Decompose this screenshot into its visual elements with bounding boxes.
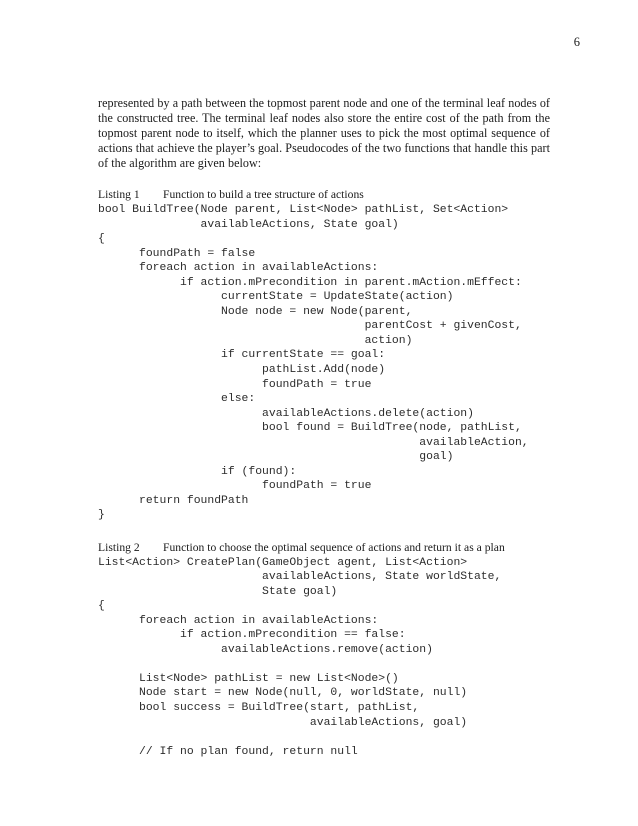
listing-2-code: List<Action> CreatePlan(GameObject agent… bbox=[98, 556, 502, 758]
listing-2-heading: Listing 2 Function to choose the optimal… bbox=[98, 541, 505, 554]
body-paragraph: represented by a path between the topmos… bbox=[98, 96, 550, 171]
document-page: 6 represented by a path between the topm… bbox=[0, 0, 638, 826]
listing1-listing2-spacer bbox=[98, 523, 550, 541]
listing-1-heading: Listing 1 Function to build a tree struc… bbox=[98, 188, 364, 202]
listing-1-code: bool BuildTree(Node parent, List<Node> p… bbox=[98, 203, 529, 522]
page-content: represented by a path between the topmos… bbox=[98, 96, 550, 759]
page-number: 6 bbox=[573, 35, 580, 49]
paragraph-listing1-spacer bbox=[98, 171, 550, 188]
